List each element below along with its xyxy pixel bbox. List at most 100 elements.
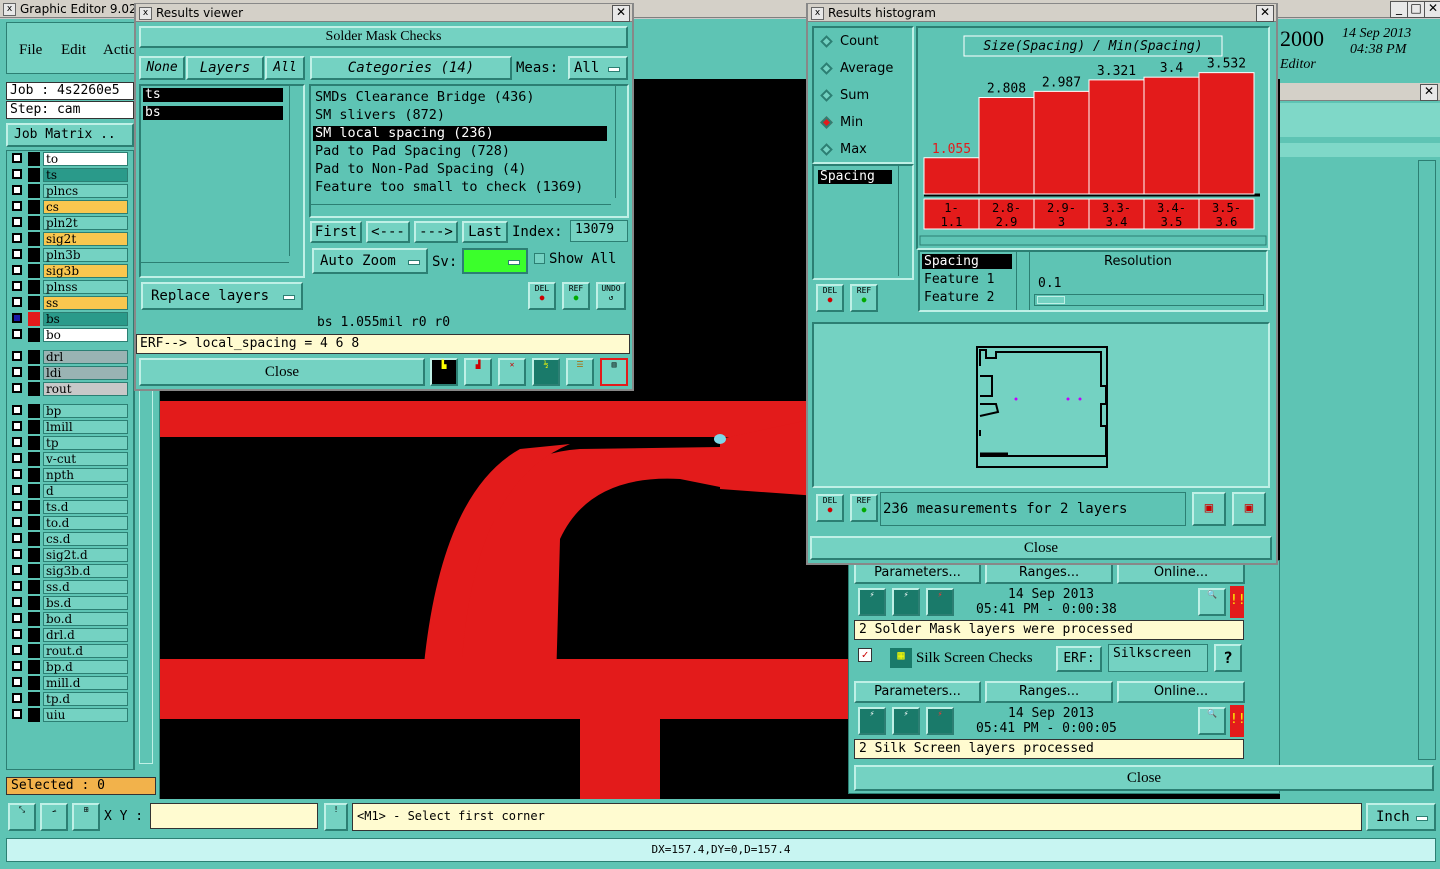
layer-name[interactable]: uiu <box>43 708 128 722</box>
layer-name[interactable]: drl <box>43 350 128 364</box>
xy-input[interactable] <box>150 803 318 829</box>
rv-category-hscrollbar[interactable] <box>311 204 611 216</box>
hist-measure-scrollbar[interactable] <box>1016 252 1030 310</box>
rv-meas-select[interactable]: All <box>568 56 628 80</box>
hist-ref-icon[interactable]: REF ● <box>850 284 878 312</box>
histogram-close-icon[interactable]: ✕ <box>1256 5 1274 22</box>
sm-parameters-button[interactable]: Parameters... <box>854 562 981 584</box>
layer-name[interactable]: bs.d <box>43 596 128 610</box>
layer-checkbox[interactable] <box>12 313 22 323</box>
rv-sv-color-select[interactable] <box>462 248 528 274</box>
layer-color-swatch[interactable] <box>28 232 40 246</box>
hist-import-icon[interactable]: ▣ <box>1232 492 1266 526</box>
layer-row[interactable]: sig2t <box>10 232 128 246</box>
measure-item[interactable]: Feature 1 <box>922 272 1012 287</box>
category-item[interactable]: Pad to Non-Pad Spacing (4) <box>313 162 607 177</box>
layer-row[interactable]: ts <box>10 168 128 182</box>
rv-step-icon[interactable]: ½ <box>532 358 560 386</box>
layer-row[interactable]: mill.d <box>10 676 128 690</box>
layer-color-swatch[interactable] <box>28 280 40 294</box>
layer-row[interactable]: pln3b <box>10 248 128 262</box>
ss-alert-icon[interactable]: !! <box>1230 705 1246 737</box>
stat-option[interactable]: Count <box>818 34 910 52</box>
layer-color-swatch[interactable] <box>28 328 40 342</box>
layer-name[interactable]: lmill <box>43 420 128 434</box>
layer-name[interactable]: rout <box>43 382 128 396</box>
layer-name[interactable]: ss.d <box>43 580 128 594</box>
layer-name[interactable]: npth <box>43 468 128 482</box>
stat-radio[interactable] <box>820 62 833 75</box>
layer-checkbox[interactable] <box>12 185 22 195</box>
ss-ranges-button[interactable]: Ranges... <box>985 681 1113 703</box>
rv-auto-zoom-select[interactable]: Auto Zoom <box>312 248 428 274</box>
layer-checkbox[interactable] <box>12 517 22 527</box>
layer-color-swatch[interactable] <box>28 644 40 658</box>
layer-name[interactable]: to <box>43 152 128 166</box>
layer-checkbox[interactable] <box>12 421 22 431</box>
layer-color-swatch[interactable] <box>28 216 40 230</box>
layer-checkbox[interactable] <box>12 453 22 463</box>
layer-color-swatch[interactable] <box>28 420 40 434</box>
layer-checkbox[interactable] <box>12 581 22 591</box>
rv-erase-icon[interactable]: ✕ <box>498 358 526 386</box>
layer-color-swatch[interactable] <box>28 628 40 642</box>
layer-color-swatch[interactable] <box>28 200 40 214</box>
layer-row[interactable]: to <box>10 152 128 166</box>
alert-icon[interactable]: ! <box>324 803 348 831</box>
bg-window-scrollbar[interactable] <box>1418 160 1436 760</box>
layer-name[interactable]: tp <box>43 436 128 450</box>
layer-color-swatch[interactable] <box>28 168 40 182</box>
histogram-bar[interactable] <box>923 157 980 195</box>
histogram-titlebar[interactable]: x Results histogram ✕ <box>808 4 1276 22</box>
hist-close-button[interactable]: Close <box>810 536 1272 560</box>
stat-radio[interactable] <box>820 35 833 48</box>
layer-color-swatch[interactable] <box>28 692 40 706</box>
hist-export-icon[interactable]: ▣ <box>1192 492 1226 526</box>
layer-checkbox[interactable] <box>12 265 22 275</box>
minimize-icon[interactable]: _ <box>1390 1 1408 18</box>
layer-name[interactable]: rout.d <box>43 644 128 658</box>
stat-radio[interactable] <box>820 116 833 129</box>
layer-checkbox[interactable] <box>12 485 22 495</box>
rv-filter-all[interactable]: All <box>265 56 305 80</box>
layer-color-swatch[interactable] <box>28 404 40 418</box>
sm-zoom-icon[interactable]: 🔍 <box>1198 588 1226 616</box>
layer-checkbox[interactable] <box>12 405 22 415</box>
layer-row[interactable]: rout <box>10 382 128 396</box>
stat-option[interactable]: Min <box>818 115 910 133</box>
layer-checkbox[interactable] <box>12 709 22 719</box>
layer-name[interactable]: ts.d <box>43 500 128 514</box>
layer-checkbox[interactable] <box>12 153 22 163</box>
layer-color-swatch[interactable] <box>28 184 40 198</box>
layer-row[interactable]: tp <box>10 436 128 450</box>
layer-row[interactable]: bo.d <box>10 612 128 626</box>
layer-row[interactable]: pln2t <box>10 216 128 230</box>
maximize-icon[interactable]: □ <box>1407 1 1425 18</box>
layer-checkbox[interactable] <box>12 469 22 479</box>
layer-checkbox[interactable] <box>12 383 22 393</box>
category-item[interactable]: SM slivers (872) <box>313 108 607 123</box>
layer-row[interactable]: d <box>10 484 128 498</box>
bg-window-close-icon[interactable]: ✕ <box>1420 84 1438 101</box>
layer-color-swatch[interactable] <box>28 676 40 690</box>
sm-run-icon[interactable]: ⚡ <box>858 588 886 616</box>
close-icon[interactable]: ✕ <box>1424 1 1440 18</box>
sm-alert-icon[interactable]: !! <box>1230 586 1246 618</box>
layer-color-swatch[interactable] <box>28 532 40 546</box>
rv-prev-button[interactable]: <--- <box>366 221 410 243</box>
layer-name[interactable]: sig3b.d <box>43 564 128 578</box>
layer-checkbox[interactable] <box>12 233 22 243</box>
job-matrix-button[interactable]: Job Matrix .. <box>6 123 134 147</box>
layer-row[interactable]: lmill <box>10 420 128 434</box>
layer-row[interactable]: ss <box>10 296 128 310</box>
layer-row[interactable]: rout.d <box>10 644 128 658</box>
layer-color-swatch[interactable] <box>28 248 40 262</box>
chart-hscrollbar[interactable] <box>919 235 1267 246</box>
ss-run-area-icon[interactable]: ⚡ <box>892 707 920 735</box>
layer-checkbox[interactable] <box>12 281 22 291</box>
ss-parameters-button[interactable]: Parameters... <box>854 681 981 703</box>
rv-category-scrollbar[interactable] <box>615 86 629 198</box>
layer-checkbox[interactable] <box>12 367 22 377</box>
rv-last-button[interactable]: Last <box>462 221 508 243</box>
layer-checkbox[interactable] <box>12 565 22 575</box>
